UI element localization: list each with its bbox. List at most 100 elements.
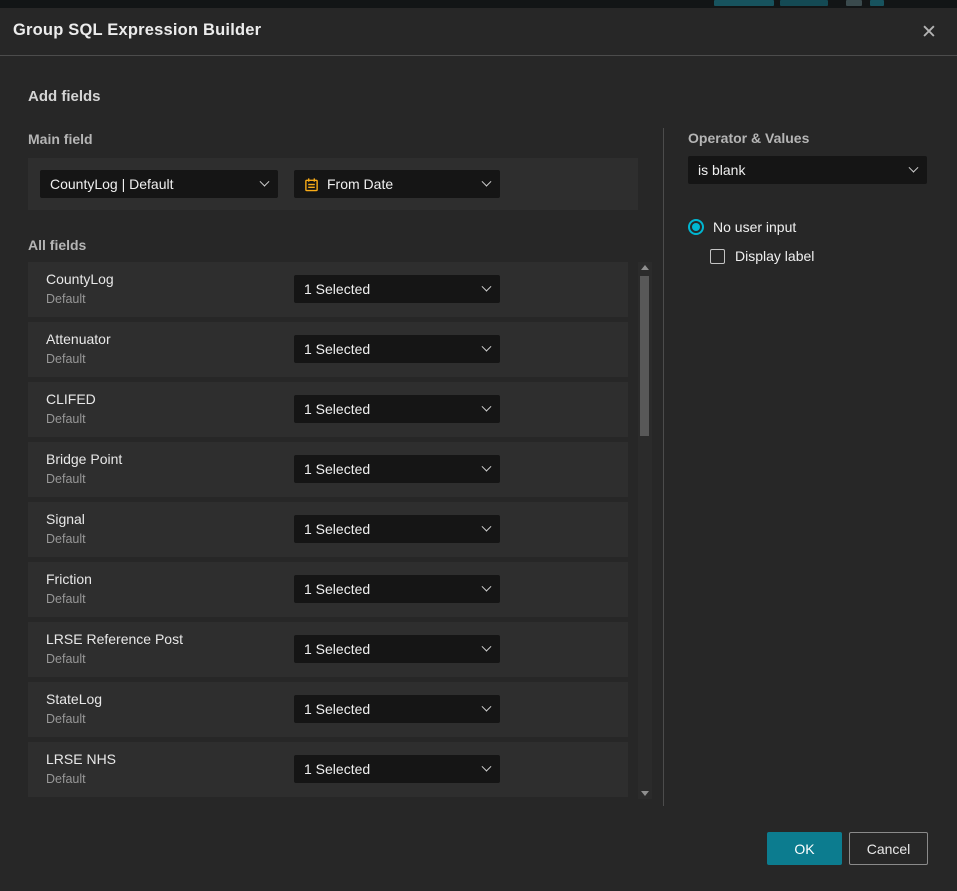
field-values-dropdown[interactable]: 1 Selected	[294, 275, 500, 303]
all-fields-list: CountyLog Default 1 Selected Attenuator …	[28, 262, 628, 802]
chevron-down-icon	[482, 641, 492, 651]
field-row-text: CLIFED Default	[46, 391, 96, 426]
chevron-down-icon	[482, 761, 492, 771]
field-values-dropdown[interactable]: 1 Selected	[294, 635, 500, 663]
chevron-down-icon	[482, 581, 492, 591]
field-row-text: LRSE NHS Default	[46, 751, 116, 786]
field-row-text: Attenuator Default	[46, 331, 111, 366]
calendar-icon	[304, 177, 319, 192]
dropdown-value: 1 Selected	[304, 401, 483, 417]
close-icon[interactable]: ✕	[915, 18, 943, 46]
field-row-text: Bridge Point Default	[46, 451, 122, 486]
field-subtitle: Default	[46, 412, 96, 426]
chevron-down-icon	[909, 162, 919, 172]
ok-button[interactable]: OK	[767, 832, 842, 865]
group-sql-expression-builder-dialog: Group SQL Expression Builder ✕ Add field…	[0, 8, 957, 891]
field-row-text: StateLog Default	[46, 691, 102, 726]
field-row-text: Friction Default	[46, 571, 92, 606]
dropdown-value: 1 Selected	[304, 701, 483, 717]
dropdown-value: 1 Selected	[304, 341, 483, 357]
scrollbar-down-icon[interactable]	[641, 791, 649, 796]
field-row: Attenuator Default 1 Selected	[28, 322, 628, 377]
dropdown-value: From Date	[327, 176, 483, 192]
chevron-down-icon	[482, 281, 492, 291]
field-name: CLIFED	[46, 391, 96, 407]
scrollbar-thumb[interactable]	[640, 276, 649, 436]
checkbox-icon	[710, 249, 725, 264]
chevron-down-icon	[260, 176, 270, 186]
no-user-input-radio[interactable]: No user input	[688, 219, 796, 235]
field-row: Friction Default 1 Selected	[28, 562, 628, 617]
dropdown-value: 1 Selected	[304, 761, 483, 777]
field-name: Attenuator	[46, 331, 111, 347]
dropdown-value: 1 Selected	[304, 521, 483, 537]
all-fields-heading: All fields	[28, 237, 86, 253]
dialog-title: Group SQL Expression Builder	[13, 21, 261, 40]
background-app-strip	[0, 0, 957, 8]
radio-dot	[692, 223, 700, 231]
field-name: Signal	[46, 511, 86, 527]
vertical-divider	[663, 128, 664, 806]
main-field-panel: CountyLog | Default From Date	[28, 158, 638, 210]
chevron-down-icon	[482, 461, 492, 471]
field-values-dropdown[interactable]: 1 Selected	[294, 695, 500, 723]
field-values-dropdown[interactable]: 1 Selected	[294, 335, 500, 363]
add-fields-heading: Add fields	[28, 88, 101, 105]
field-name: CountyLog	[46, 271, 114, 287]
chevron-down-icon	[482, 521, 492, 531]
scrollbar-up-icon[interactable]	[641, 265, 649, 270]
background-app-fragment	[780, 0, 828, 6]
field-subtitle: Default	[46, 532, 86, 546]
field-row: LRSE NHS Default 1 Selected	[28, 742, 628, 797]
field-name: StateLog	[46, 691, 102, 707]
background-app-fragment	[870, 0, 884, 6]
dropdown-value: 1 Selected	[304, 641, 483, 657]
display-label-checkbox[interactable]: Display label	[710, 248, 814, 264]
chevron-down-icon	[482, 401, 492, 411]
field-subtitle: Default	[46, 592, 92, 606]
no-user-input-label: No user input	[713, 219, 796, 235]
dropdown-value: 1 Selected	[304, 281, 483, 297]
field-name: Friction	[46, 571, 92, 587]
radio-icon	[688, 219, 704, 235]
main-field-field-dropdown[interactable]: From Date	[294, 170, 500, 198]
main-field-heading: Main field	[28, 131, 93, 147]
field-row: Bridge Point Default 1 Selected	[28, 442, 628, 497]
dropdown-value: is blank	[698, 162, 910, 178]
operator-dropdown[interactable]: is blank	[688, 156, 927, 184]
field-name: LRSE Reference Post	[46, 631, 183, 647]
field-name: Bridge Point	[46, 451, 122, 467]
chevron-down-icon	[482, 341, 492, 351]
background-app-fragment	[846, 0, 862, 6]
cancel-button[interactable]: Cancel	[849, 832, 928, 865]
field-row: LRSE Reference Post Default 1 Selected	[28, 622, 628, 677]
field-subtitle: Default	[46, 712, 102, 726]
field-values-dropdown[interactable]: 1 Selected	[294, 575, 500, 603]
display-label-label: Display label	[735, 248, 814, 264]
field-row: CountyLog Default 1 Selected	[28, 262, 628, 317]
field-row-text: LRSE Reference Post Default	[46, 631, 183, 666]
chevron-down-icon	[482, 176, 492, 186]
field-values-dropdown[interactable]: 1 Selected	[294, 455, 500, 483]
scrollbar[interactable]	[638, 262, 652, 799]
operator-values-heading: Operator & Values	[688, 130, 809, 146]
dropdown-value: CountyLog | Default	[50, 176, 261, 192]
background-app-fragment	[714, 0, 774, 6]
field-row: CLIFED Default 1 Selected	[28, 382, 628, 437]
chevron-down-icon	[482, 701, 492, 711]
field-row: Signal Default 1 Selected	[28, 502, 628, 557]
dropdown-value: 1 Selected	[304, 581, 483, 597]
field-row-text: Signal Default	[46, 511, 86, 546]
field-row: StateLog Default 1 Selected	[28, 682, 628, 737]
field-values-dropdown[interactable]: 1 Selected	[294, 395, 500, 423]
field-subtitle: Default	[46, 652, 183, 666]
field-values-dropdown[interactable]: 1 Selected	[294, 515, 500, 543]
field-subtitle: Default	[46, 472, 122, 486]
dialog-header: Group SQL Expression Builder ✕	[0, 8, 957, 56]
field-values-dropdown[interactable]: 1 Selected	[294, 755, 500, 783]
field-row-text: CountyLog Default	[46, 271, 114, 306]
field-name: LRSE NHS	[46, 751, 116, 767]
field-subtitle: Default	[46, 352, 111, 366]
main-field-source-dropdown[interactable]: CountyLog | Default	[40, 170, 278, 198]
field-subtitle: Default	[46, 292, 114, 306]
